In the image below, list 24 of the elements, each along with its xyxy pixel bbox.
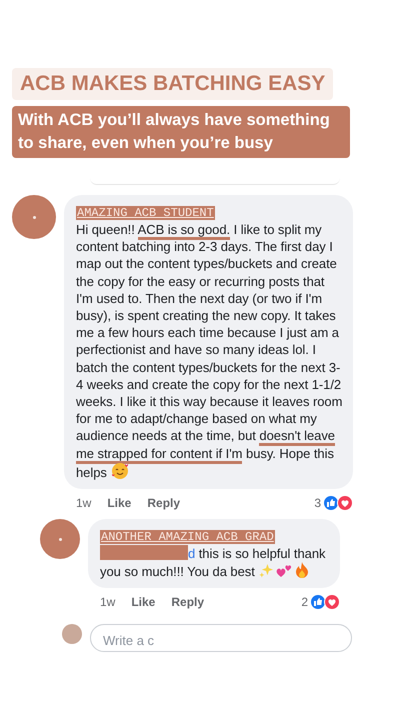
- sparkles-icon: [258, 563, 274, 578]
- author-name[interactable]: ANOTHER AMAZING ACB GRAD: [100, 530, 275, 544]
- hearts-icon: [276, 563, 292, 578]
- like-link[interactable]: Like: [131, 595, 156, 610]
- comment-text: Hi queen!! ACB is so good. I like to split my content batching into 2-3 days. The first day I map out the content types/buckets and create the copy for the easy or recurring posts that I'm used to. Then the next day (or two if I'm busy), is spent creating the new copy. It takes me a few hours each time because I just am a perfectionist and have so many ideas lol. I batch the content types/buckets for the next 3-4 weeks and create the copy for the next 1-1/2 weeks. I like it this way because it leaves room for me to adapt/change based on what my audience needs at the time, but doesn't leave me strapped for content if I'm busy. Hope this helps: [76, 221, 343, 482]
- timestamp: 1w: [100, 595, 116, 610]
- like-link[interactable]: Like: [107, 496, 132, 510]
- timestamp: 1w: [76, 496, 92, 510]
- author-name[interactable]: AMAZING ACB STUDENT: [76, 206, 215, 220]
- comment-text: d this is so helpful thank you so much!!! You da best: [100, 545, 326, 580]
- reply-link[interactable]: Reply: [171, 595, 204, 610]
- reply-link[interactable]: Reply: [147, 496, 180, 510]
- avatar: [62, 624, 82, 644]
- fire-icon: [294, 562, 309, 578]
- comment-field[interactable]: Write a c: [90, 624, 352, 652]
- avatar[interactable]: [12, 195, 56, 239]
- thumbs-up-icon: [323, 495, 339, 512]
- avatar[interactable]: [40, 519, 80, 560]
- headline: ACB MAKES BATCHING EASY: [12, 68, 334, 100]
- subheadline: With ACB you’ll always have something to share, even when you’re busy: [12, 106, 350, 158]
- reaction-count: 2: [301, 595, 308, 610]
- reaction-count: 3: [314, 496, 321, 510]
- smiling-face-icon: [110, 462, 129, 480]
- thumbs-up-icon: [310, 594, 326, 610]
